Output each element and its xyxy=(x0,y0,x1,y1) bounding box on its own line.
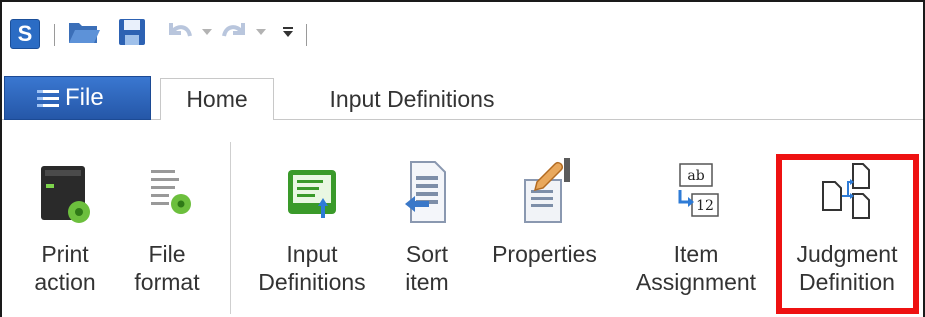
save-icon[interactable] xyxy=(112,12,152,52)
undo-icon[interactable] xyxy=(162,12,198,52)
file-format-label: File format xyxy=(134,241,200,295)
ribbon-tab-row: File Home Input Definitions xyxy=(2,70,923,121)
input-definitions-icon xyxy=(282,156,342,226)
tab-file-label: File xyxy=(65,84,104,111)
tab-input-definitions-label: Input Definitions xyxy=(329,86,495,112)
redo-icon[interactable] xyxy=(216,12,252,52)
judgment-definition-button[interactable]: Judgment Definition xyxy=(782,120,912,296)
sort-item-icon xyxy=(397,156,457,226)
sort-item-button[interactable]: Sort item xyxy=(392,120,462,296)
ribbon-panel: Print action File format Input Definitio… xyxy=(2,120,923,317)
quick-access-toolbar: S xyxy=(2,2,923,62)
open-folder-icon[interactable] xyxy=(64,12,104,52)
print-action-label: Print action xyxy=(34,241,96,295)
undo-dropdown-icon[interactable] xyxy=(200,12,214,52)
toolbar-separator xyxy=(54,24,55,46)
customize-toolbar-icon[interactable] xyxy=(278,12,298,52)
tab-file[interactable]: File xyxy=(4,76,151,120)
toolbar-separator xyxy=(306,24,307,46)
app-window: S File Home Input Definitions Print acti… xyxy=(0,0,925,317)
judgment-definition-label: Judgment Definition xyxy=(796,241,898,295)
tab-input-definitions[interactable]: Input Definitions xyxy=(292,78,532,121)
item-assignment-button[interactable]: ab 12 Item Assignment xyxy=(630,120,762,296)
tab-home-label: Home xyxy=(186,86,248,112)
tab-home[interactable]: Home xyxy=(160,78,274,121)
svg-text:ab: ab xyxy=(687,168,704,184)
app-icon[interactable]: S xyxy=(10,19,40,49)
file-menu-icon xyxy=(37,90,59,108)
svg-text:12: 12 xyxy=(696,198,714,214)
judgment-definition-icon xyxy=(817,156,877,226)
input-definitions-label: Input Definitions xyxy=(258,241,366,295)
properties-button[interactable]: Properties xyxy=(482,120,607,268)
file-format-button[interactable]: File format xyxy=(122,120,212,296)
item-assignment-icon: ab 12 xyxy=(666,156,726,226)
redo-dropdown-icon[interactable] xyxy=(254,12,268,52)
file-format-icon xyxy=(137,156,197,226)
sort-item-label: Sort item xyxy=(405,241,449,295)
ribbon-group-separator xyxy=(230,142,231,314)
print-action-icon xyxy=(35,156,95,226)
properties-icon xyxy=(515,156,575,226)
print-action-button[interactable]: Print action xyxy=(30,120,100,296)
item-assignment-label: Item Assignment xyxy=(635,241,757,295)
properties-label: Properties xyxy=(492,241,597,267)
input-definitions-button[interactable]: Input Definitions xyxy=(247,120,377,296)
